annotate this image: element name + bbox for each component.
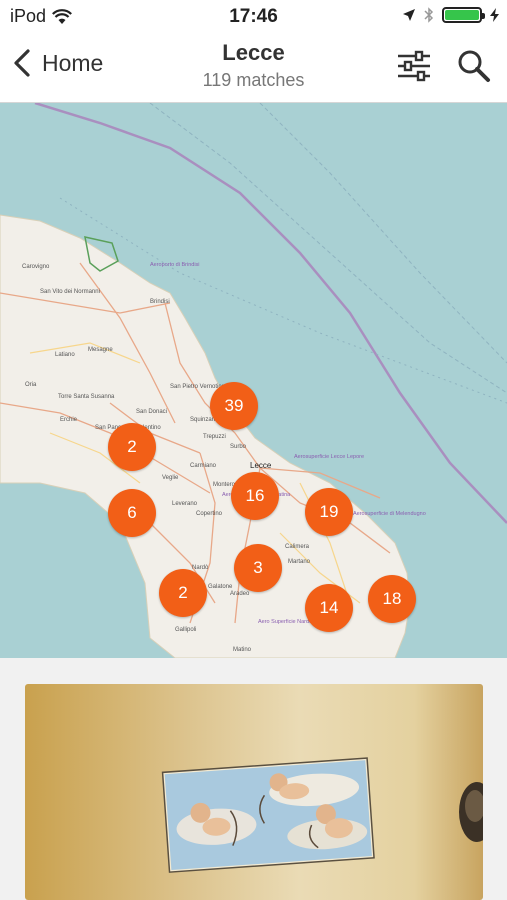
status-bar: iPod 17:46: [0, 0, 507, 34]
search-button[interactable]: [456, 48, 492, 89]
place-label: San Vito dei Normanni: [40, 289, 100, 295]
bluetooth-icon: [424, 7, 434, 23]
battery-icon: [442, 7, 485, 23]
place-label: Surbo: [230, 444, 247, 450]
airport-label: Aerosuperficie Lecce Lepore: [294, 454, 364, 460]
chevron-left-icon: [14, 49, 30, 77]
location-arrow-icon: [403, 9, 415, 21]
listing-photo-image: [161, 757, 483, 873]
place-label: Gallipoli: [175, 627, 196, 633]
place-label: Carovigno: [22, 264, 50, 270]
place-label: Nardò: [192, 565, 209, 571]
map-cluster-marker[interactable]: 3: [234, 544, 282, 592]
airport-label: Aeroporto di Brindisi: [150, 262, 200, 268]
map-cluster-marker[interactable]: 39: [210, 382, 258, 430]
airport-label: Aerosuperficie di Melendugno: [353, 511, 426, 517]
map-cluster-marker[interactable]: 16: [231, 472, 279, 520]
place-label: San Donaci: [136, 409, 167, 415]
place-label: Carmiano: [190, 463, 217, 469]
listing-photo[interactable]: [25, 684, 483, 900]
map-cluster-marker[interactable]: 2: [108, 423, 156, 471]
place-label: Aradeo: [230, 591, 250, 597]
sliders-icon: [398, 50, 430, 82]
back-button-label: Home: [42, 49, 104, 76]
place-label: Latiano: [55, 352, 75, 358]
charging-bolt-icon: [490, 8, 499, 22]
search-icon: [458, 50, 490, 82]
results-list: [0, 658, 507, 900]
map-cluster-marker[interactable]: 2: [159, 569, 207, 617]
place-label: Martano: [288, 559, 311, 565]
place-label: Matino: [233, 647, 252, 653]
map-cluster-marker[interactable]: 14: [305, 584, 353, 632]
filter-button[interactable]: [396, 48, 432, 89]
place-label: Torre Santa Susanna: [58, 394, 115, 400]
place-label: Galatone: [208, 584, 233, 590]
place-label: Brindisi: [150, 299, 170, 305]
place-label: Erchie: [60, 417, 78, 423]
place-label: Trepuzzi: [203, 434, 226, 440]
place-label: Leverano: [172, 501, 198, 507]
back-button[interactable]: Home: [12, 48, 103, 78]
map-cluster-marker[interactable]: 6: [108, 489, 156, 537]
place-label: Copertino: [196, 511, 223, 517]
map-cluster-marker[interactable]: 19: [305, 488, 353, 536]
map-view[interactable]: Carovigno San Vito dei Normanni Brindisi…: [0, 103, 507, 658]
navigation-bar: Home Lecce 119 matches: [0, 34, 507, 103]
airport-label: Aero Superficie Nardò: [258, 619, 312, 625]
place-label: Mesagne: [88, 347, 113, 353]
place-label: Calimera: [285, 544, 310, 550]
battery-level: [445, 10, 479, 20]
place-label: Veglie: [162, 475, 179, 481]
place-label: Oria: [25, 382, 37, 388]
place-label: Lecce: [250, 461, 272, 470]
map-cluster-marker[interactable]: 18: [368, 575, 416, 623]
